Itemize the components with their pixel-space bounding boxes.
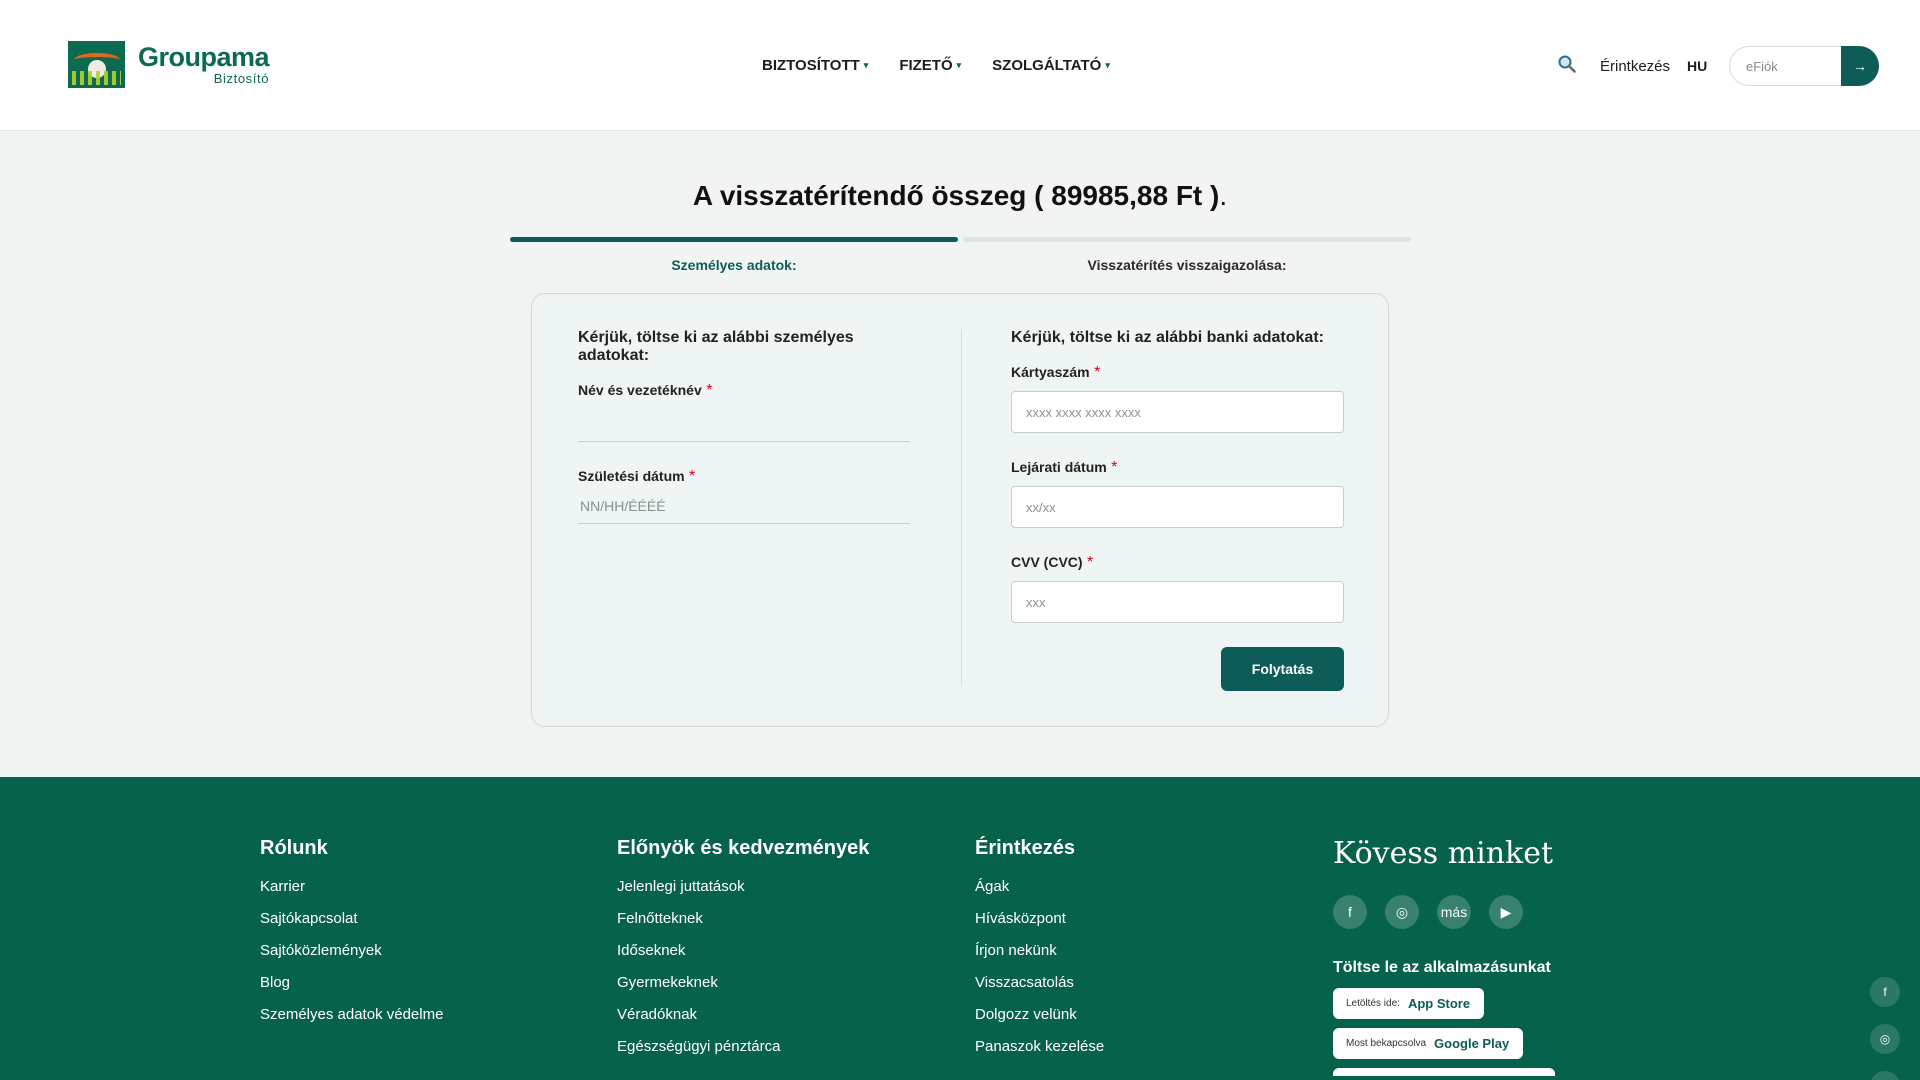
more-icon[interactable]: más <box>1437 895 1471 929</box>
site-footer: Rólunk Karrier Sajtókapcsolat Sajtóközle… <box>0 777 1920 1080</box>
required-mark: * <box>706 382 713 399</box>
footer-link[interactable]: Karrier <box>260 877 443 896</box>
logo-mark-icon <box>68 41 125 88</box>
card-number-label: Kártyaszám <box>1011 364 1090 380</box>
full-name-input[interactable] <box>578 404 910 442</box>
footer-link[interactable]: Írjon nekünk <box>975 941 1104 960</box>
footer-heading: Rólunk <box>260 837 328 859</box>
footer-link[interactable]: Felnőtteknek <box>617 909 869 928</box>
required-mark: * <box>1087 554 1094 571</box>
nav-item-biztositott[interactable]: BIZTOSÍTOTT ▾ <box>762 57 868 74</box>
date-of-birth-input[interactable] <box>578 488 910 524</box>
language-selector[interactable]: HU <box>1687 58 1707 74</box>
extra-store-button[interactable] <box>1333 1068 1555 1076</box>
chevron-down-icon: ▾ <box>863 60 869 70</box>
groupama-logo[interactable]: Groupama Biztosító <box>68 41 270 88</box>
instagram-icon[interactable]: ◎ <box>1385 895 1419 929</box>
footer-heading: Előnyök és kedvezmények <box>617 837 870 859</box>
main-nav: BIZTOSÍTOTT ▾ FIZETŐ ▾ SZOLGÁLTATÓ ▾ <box>762 57 1110 74</box>
form-card: Kérjük, töltse ki az alábbi személyes ad… <box>531 293 1389 727</box>
personal-section-title: Kérjük, töltse ki az alábbi személyes ad… <box>578 329 854 364</box>
app-store-button[interactable]: Letöltés ide: App Store <box>1333 988 1485 1019</box>
youtube-icon[interactable]: ▶ <box>1489 895 1523 929</box>
logo-subtitle: Biztosító <box>213 70 270 86</box>
cvv-label: CVV (CVC) <box>1011 554 1083 570</box>
expiry-label: Lejárati dátum <box>1011 459 1107 475</box>
footer-link[interactable]: Egészségügyi pénztárca <box>617 1037 869 1056</box>
footer-link[interactable]: Sajtókapcsolat <box>260 909 443 928</box>
footer-link[interactable]: Időseknek <box>617 941 869 960</box>
dob-label: Születési dátum <box>578 468 685 484</box>
progress-step-2-bar <box>963 237 1411 242</box>
continue-button[interactable]: Folytatás <box>1221 647 1344 691</box>
logo-name: Groupama <box>138 41 270 72</box>
footer-link[interactable]: Személyes adatok védelme <box>260 1005 443 1024</box>
card-number-input[interactable] <box>1011 391 1344 433</box>
follow-us-heading: Kövess minket <box>1333 836 1554 871</box>
footer-link[interactable]: Jelenlegi juttatások <box>617 877 869 896</box>
nav-item-fizeto[interactable]: FIZETŐ ▾ <box>899 57 961 74</box>
page-title: A visszatérítendő összeg ( 89985,88 Ft )… <box>0 180 1920 212</box>
footer-link[interactable]: Sajtóközlemények <box>260 941 443 960</box>
chevron-down-icon: ▾ <box>1105 60 1110 70</box>
progress-step-1-bar <box>510 237 958 242</box>
step-personal-data: Személyes adatok: <box>671 257 797 273</box>
footer-link[interactable]: Hívásközpont <box>975 909 1104 928</box>
google-play-button[interactable]: Most bekapcsolva Google Play <box>1333 1028 1524 1059</box>
footer-heading: Érintkezés <box>975 837 1076 859</box>
arrow-right-icon: → <box>1853 58 1867 74</box>
footer-column-benefits: Előnyök és kedvezmények Jelenlegi juttat… <box>617 837 869 1069</box>
contact-link[interactable]: Érintkezés <box>1600 58 1670 75</box>
app-store-caption: Letöltés ide: <box>1346 998 1400 1009</box>
expiry-date-input[interactable] <box>1011 486 1344 528</box>
footer-column-contact: Érintkezés Ágak Hívásközpont Írjon nekün… <box>975 837 1104 1069</box>
account-login-button[interactable]: → <box>1841 46 1879 86</box>
required-mark: * <box>1111 459 1118 476</box>
column-divider <box>961 329 962 685</box>
app-store-label: App Store <box>1407 996 1471 1011</box>
chevron-down-icon: ▾ <box>956 60 962 70</box>
footer-link[interactable]: Panaszok kezelése <box>975 1037 1104 1056</box>
footer-link[interactable]: Véradóknak <box>617 1005 869 1024</box>
footer-column-about: Rólunk Karrier Sajtókapcsolat Sajtóközle… <box>260 837 443 1037</box>
step-refund-confirmation: Visszatérítés visszaigazolása: <box>1087 257 1287 273</box>
name-label: Név és vezetéknév <box>578 382 702 398</box>
nav-label: FIZETŐ <box>899 57 953 74</box>
required-mark: * <box>689 468 696 485</box>
footer-link[interactable]: Dolgozz velünk <box>975 1005 1104 1024</box>
facebook-icon[interactable]: f <box>1333 895 1367 929</box>
nav-label: SZOLGÁLTATÓ <box>992 57 1102 74</box>
instagram-icon[interactable]: ◎ <box>1870 1024 1900 1054</box>
footer-link[interactable]: Ágak <box>975 877 1104 896</box>
nav-item-szolgaltato[interactable]: SZOLGÁLTATÓ ▾ <box>992 57 1110 74</box>
floating-social-bar: f ◎ <box>1870 977 1900 1080</box>
google-play-caption: Most bekapcsolva <box>1346 1038 1427 1049</box>
bank-section-title: Kérjük, töltse ki az alábbi banki adatok… <box>1011 329 1324 346</box>
footer-link[interactable]: Blog <box>260 973 443 992</box>
google-play-label: Google Play <box>1434 1036 1510 1051</box>
nav-label: BIZTOSÍTOTT <box>762 57 860 74</box>
bank-data-section: Kérjük, töltse ki az alábbi banki adatok… <box>1011 329 1344 623</box>
facebook-icon[interactable]: f <box>1870 977 1900 1007</box>
search-icon[interactable] <box>1557 54 1577 74</box>
refund-amount-title: A visszatérítendő összeg ( 89985,88 Ft ) <box>692 180 1220 211</box>
more-icon[interactable] <box>1870 1071 1900 1080</box>
account-input[interactable] <box>1729 46 1841 86</box>
footer-column-follow: Kövess minket f ◎ más ▶ Töltse le az alk… <box>1333 836 1555 1076</box>
account-login: → <box>1729 46 1879 86</box>
download-app-heading: Töltse le az alkalmazásunkat <box>1333 959 1551 976</box>
footer-link[interactable]: Gyermekeknek <box>617 973 869 992</box>
site-header: Groupama Biztosító BIZTOSÍTOTT ▾ FIZETŐ … <box>0 0 1920 131</box>
cvv-input[interactable] <box>1011 581 1344 623</box>
footer-link[interactable]: Visszacsatolás <box>975 973 1104 992</box>
required-mark: * <box>1094 364 1101 381</box>
social-links: f ◎ más ▶ <box>1333 895 1555 929</box>
title-period: . <box>1219 180 1228 211</box>
personal-data-section: Kérjük, töltse ki az alábbi személyes ad… <box>578 329 910 524</box>
